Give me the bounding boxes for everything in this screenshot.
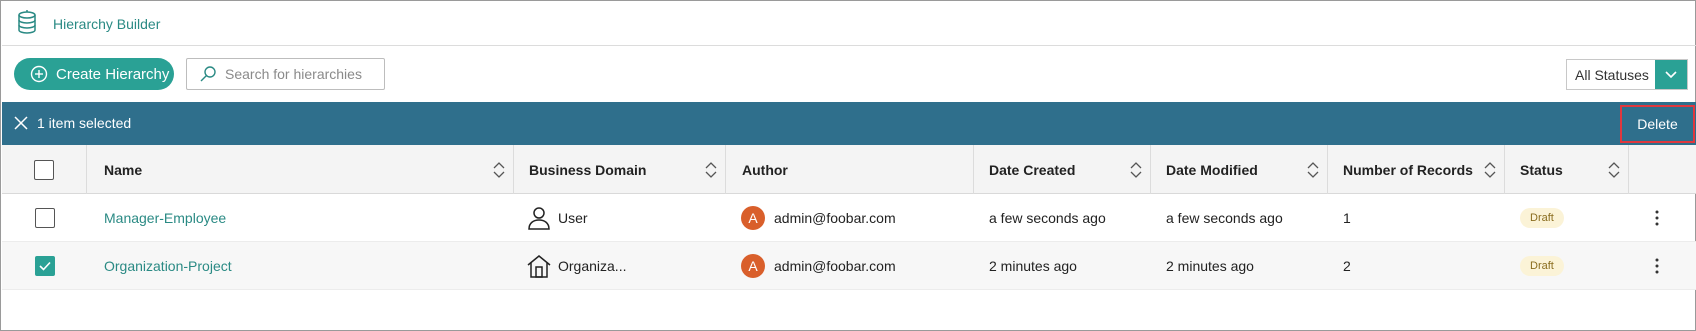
sort-icon[interactable] <box>705 161 717 179</box>
create-hierarchy-button[interactable]: Create Hierarchy <box>14 58 174 90</box>
status-filter-select[interactable]: All Statuses <box>1566 59 1688 90</box>
name-cell: Manager-Employee <box>104 194 226 242</box>
row-checkbox[interactable] <box>34 256 55 276</box>
more-options-icon[interactable] <box>1647 208 1667 228</box>
selection-count-text: 1 item selected <box>37 115 132 131</box>
column-header-label: Number of Records <box>1343 161 1473 178</box>
business-domain-cell: User <box>526 194 588 242</box>
status-badge: Draft <box>1520 208 1564 228</box>
avatar: A <box>741 254 765 278</box>
sort-icon[interactable] <box>1484 161 1496 179</box>
status-badge: Draft <box>1520 256 1564 276</box>
column-header-label: Business Domain <box>529 161 647 178</box>
search-input[interactable] <box>225 66 375 82</box>
sort-icon[interactable] <box>1307 161 1319 179</box>
column-header-label: Date Created <box>989 161 1076 178</box>
row-checkbox[interactable] <box>34 208 55 228</box>
row-select-cell <box>2 242 87 290</box>
building-icon <box>527 255 551 278</box>
sort-icon[interactable] <box>1608 161 1620 179</box>
status-cell: Draft <box>1520 242 1564 290</box>
number-of-records-cell: 1 <box>1343 210 1351 226</box>
author-cell: A admin@foobar.com <box>741 242 896 290</box>
column-header-label: Status <box>1520 161 1563 178</box>
table-row[interactable]: Manager-Employee User A admin@foobar.com… <box>2 194 1696 242</box>
chevron-down-icon <box>1665 70 1677 78</box>
column-header-actions <box>1629 145 1696 194</box>
hierarchy-name-link[interactable]: Organization-Project <box>104 258 232 274</box>
business-domain-text: User <box>558 210 588 226</box>
column-header-label: Author <box>742 161 788 178</box>
number-of-records-cell: 2 <box>1343 258 1351 274</box>
row-actions-cell <box>1647 194 1667 242</box>
delete-button[interactable]: Delete <box>1620 105 1695 143</box>
date-modified-cell: a few seconds ago <box>1166 210 1283 226</box>
row-select-cell <box>2 194 87 242</box>
create-hierarchy-label: Create Hierarchy <box>56 65 170 83</box>
author-text: admin@foobar.com <box>774 258 896 274</box>
column-header-business-domain[interactable]: Business Domain <box>514 145 726 194</box>
column-header-date-modified[interactable]: Date Modified <box>1151 145 1328 194</box>
database-icon <box>18 10 36 34</box>
date-created-cell: 2 minutes ago <box>989 258 1077 274</box>
column-header-label: Date Modified <box>1166 161 1258 178</box>
sort-icon[interactable] <box>493 161 505 179</box>
business-domain-cell: Organiza... <box>526 242 626 290</box>
plus-circle-icon <box>30 65 48 83</box>
column-header-number-of-records[interactable]: Number of Records <box>1328 145 1505 194</box>
hierarchy-name-link[interactable]: Manager-Employee <box>104 210 226 226</box>
name-cell: Organization-Project <box>104 242 232 290</box>
checkmark-icon <box>38 261 51 271</box>
sort-icon[interactable] <box>1130 161 1142 179</box>
search-box <box>186 58 385 90</box>
author-text: admin@foobar.com <box>774 210 896 226</box>
selection-bar: 1 item selected Delete <box>2 102 1696 145</box>
avatar: A <box>741 206 765 230</box>
table-header: Name Business Domain Author Date Created… <box>2 145 1696 194</box>
row-actions-cell <box>1647 242 1667 290</box>
select-all-checkbox[interactable] <box>34 159 54 180</box>
app-title: Hierarchy Builder <box>53 16 161 32</box>
app-header: Hierarchy Builder <box>2 2 1696 46</box>
date-modified-cell: 2 minutes ago <box>1166 258 1254 274</box>
status-filter-dropdown-button[interactable] <box>1655 60 1687 89</box>
column-header-author: Author <box>726 145 974 194</box>
user-icon <box>528 207 550 230</box>
table-row[interactable]: Organization-Project Organiza... A admin… <box>2 242 1696 290</box>
column-header-label: Name <box>104 161 143 178</box>
search-icon <box>200 66 216 82</box>
column-header-name[interactable]: Name <box>87 145 514 194</box>
status-filter-value: All Statuses <box>1575 66 1649 83</box>
date-created-cell: a few seconds ago <box>989 210 1106 226</box>
more-options-icon[interactable] <box>1647 256 1667 276</box>
author-cell: A admin@foobar.com <box>741 194 896 242</box>
column-header-status[interactable]: Status <box>1505 145 1629 194</box>
close-icon[interactable] <box>14 116 28 130</box>
app-frame: Hierarchy Builder Create Hierarchy All S… <box>0 0 1696 331</box>
business-domain-text: Organiza... <box>558 258 627 274</box>
header-select-all-cell <box>2 145 87 194</box>
status-cell: Draft <box>1520 194 1564 242</box>
column-header-date-created[interactable]: Date Created <box>974 145 1151 194</box>
